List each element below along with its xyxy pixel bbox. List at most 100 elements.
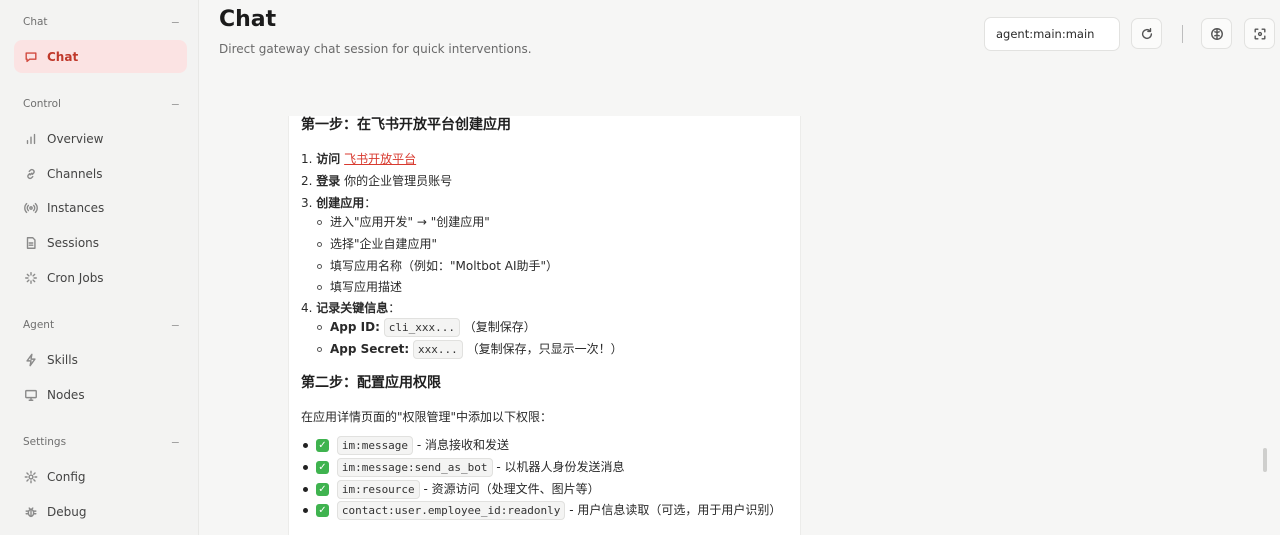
sidebar-item-overview[interactable]: Overview [14,122,187,155]
collapse-icon[interactable]: − [171,319,180,332]
step2-heading: 第二步：配置应用权限 [301,375,441,391]
page-subtitle: Direct gateway chat session for quick in… [219,42,532,56]
group-label: Chat [23,16,48,28]
app-secret-label: App Secret [330,342,405,356]
page-title: Chat [219,7,277,32]
sub-item-text: 选择"企业自建应用" [330,237,438,251]
step2-intro: 在应用详情页面的"权限管理"中添加以下权限： [301,410,553,424]
permission-code: contact:user.employee_id:readonly [336,501,566,520]
sidebar-item-label: Channels [47,166,103,181]
sub-item-text: 填写应用名称（例如："Moltbot AI助手"） [330,259,559,273]
item-bold-label: 记录关键信息 [316,301,389,315]
sidebar-item-sessions[interactable]: Sessions [14,226,187,259]
sidebar-item-label: Nodes [47,387,85,402]
chat-bubble-icon [24,50,38,64]
permission-item: ✓ contact:user.employee_id:readonly - 用户… [303,501,782,520]
collapse-icon[interactable]: − [171,16,180,29]
sub-list-item: 进入"应用开发" → "创建应用" [317,213,490,230]
colon: ： [388,301,401,315]
loader-icon [24,271,38,285]
permission-item: ✓ im:resource - 资源访问（处理文件、图片等） [303,480,600,499]
app-secret-code: xxx... [412,340,463,359]
permission-code: im:message [336,436,414,455]
sidebar-item-label: Skills [47,352,78,367]
focus-mode-button[interactable] [1244,18,1275,49]
sub-list-item: 填写应用名称（例如："Moltbot AI助手"） [317,257,558,274]
sidebar-item-channels[interactable]: Channels [14,157,187,190]
permission-item: ✓ im:message:send_as_bot - 以机器人身份发送消息 [303,458,625,477]
step1-heading: 第一步：在飞书开放平台创建应用 [301,117,511,133]
sub-list-item: App Secret: xxx... （复制保存，只显示一次！） [317,340,623,359]
list-item: 1. 访问 飞书开放平台 [301,150,416,167]
permission-desc: - 以机器人身份发送消息 [496,460,625,474]
bar-chart-icon [24,132,38,146]
monitor-icon [24,388,38,402]
list-number: 2. [301,174,313,188]
list-number: 3. [301,196,313,210]
check-icon: ✓ [316,461,329,474]
permission-desc: - 资源访问（处理文件、图片等） [423,482,600,496]
toolbar-divider [1182,25,1183,43]
feishu-open-platform-link[interactable]: 飞书开放平台 [344,152,416,166]
check-icon: ✓ [316,504,329,517]
app-id-label: App ID [330,320,376,334]
sidebar-item-label: Chat [47,49,79,64]
sidebar: Chat − Chat Control − Overview Channels … [0,0,199,535]
item-bold-label: 登录 [316,174,341,188]
sidebar-item-label: Cron Jobs [47,270,104,285]
permission-code: im:resource [336,480,420,499]
list-item: 2. 登录 你的企业管理员账号 [301,172,452,189]
scrollbar-thumb[interactable] [1263,448,1267,472]
group-header-control[interactable]: Control − [23,96,180,112]
group-header-settings[interactable]: Settings − [23,434,180,450]
sidebar-item-instances[interactable]: Instances [14,191,187,224]
check-icon: ✓ [316,439,329,452]
sidebar-item-config[interactable]: Config [14,460,187,493]
sidebar-item-nodes[interactable]: Nodes [14,378,187,411]
sub-list-item: App ID: cli_xxx... （复制保存） [317,318,536,337]
refresh-button[interactable] [1131,18,1162,49]
group-label: Agent [23,319,55,331]
list-number: 1. [301,152,313,166]
focus-icon [1253,27,1267,41]
sidebar-item-label: Config [47,469,86,484]
gear-icon [24,470,38,484]
document-icon [24,236,38,250]
colon: ： [364,196,377,210]
app-id-note: （复制保存） [463,320,536,334]
think-toggle-button[interactable] [1201,18,1232,49]
permission-desc: - 用户信息读取（可选，用于用户识别） [569,503,782,517]
list-item: 4. 记录关键信息： [301,299,400,316]
refresh-icon [1140,27,1154,41]
permission-item: ✓ im:message - 消息接收和发送 [303,436,510,455]
sidebar-item-cron-jobs[interactable]: Cron Jobs [14,261,187,294]
sub-list-item: 填写应用描述 [317,278,402,295]
sidebar-item-label: Overview [47,131,104,146]
app-id-code: cli_xxx... [383,318,460,337]
radio-icon [24,201,38,215]
bug-icon [24,505,38,519]
sub-list-item: 选择"企业自建应用" [317,235,437,252]
group-header-agent[interactable]: Agent − [23,317,180,333]
sidebar-item-label: Debug [47,504,87,519]
session-key-input[interactable]: agent:main:main [984,17,1120,51]
link-icon [24,167,38,181]
item-bold-label: 创建应用 [316,196,365,210]
sidebar-item-label: Instances [47,200,105,215]
sidebar-item-chat[interactable]: Chat [14,40,187,73]
group-header-chat[interactable]: Chat − [23,14,180,30]
assistant-message: 第一步：在飞书开放平台创建应用 1. 访问 飞书开放平台 2. 登录 你的企业管… [288,116,801,535]
sidebar-item-skills[interactable]: Skills [14,343,187,376]
group-label: Control [23,98,61,110]
lightning-icon [24,353,38,367]
collapse-icon[interactable]: − [171,98,180,111]
check-icon: ✓ [316,483,329,496]
brain-icon [1210,27,1224,41]
sidebar-item-debug[interactable]: Debug [14,495,187,528]
list-item: 3. 创建应用： [301,194,376,211]
sidebar-item-label: Sessions [47,235,100,250]
sub-item-text: 进入"应用开发" → "创建应用" [330,215,490,229]
group-label: Settings [23,436,67,448]
permission-desc: - 消息接收和发送 [416,438,510,452]
collapse-icon[interactable]: − [171,436,180,449]
